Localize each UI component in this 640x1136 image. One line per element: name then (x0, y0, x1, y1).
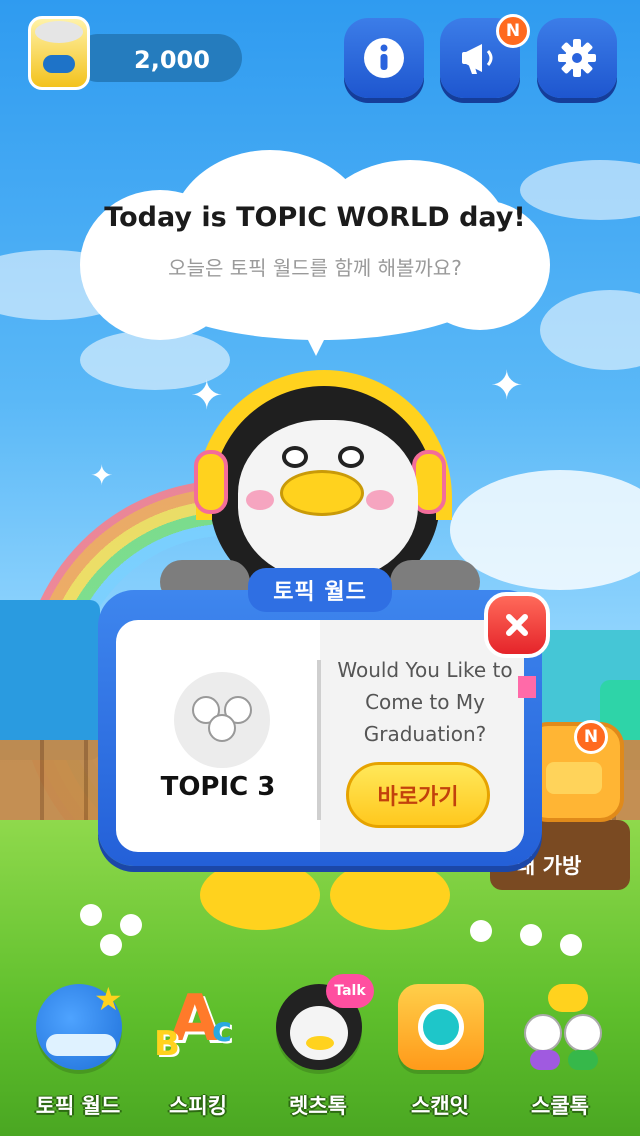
info-button[interactable] (344, 18, 424, 98)
currency-amount: 2,000 (134, 46, 210, 74)
abc-blocks-icon: A B c (154, 982, 233, 1064)
globe-airplane-icon: ★ (36, 980, 123, 1070)
close-icon (506, 614, 528, 636)
currency-display[interactable]: 2,000 (28, 16, 242, 90)
backpack-badge: N (574, 720, 608, 754)
topic-characters-icon (174, 672, 270, 768)
nav-label: 스쿨톡 (531, 1094, 589, 1118)
topic-label: TOPIC 3 (160, 772, 276, 802)
modal-title: 토픽 월드 (273, 580, 367, 605)
nav-lets-talk[interactable]: Talk 렛츠톡 (262, 974, 374, 1124)
nav-label: 토픽 월드 (35, 1094, 121, 1118)
gear-icon (558, 39, 596, 77)
penguin-talk-icon: Talk (276, 974, 374, 1070)
flower (560, 934, 582, 956)
nav-label: 스캔잇 (411, 1094, 469, 1118)
sparkle-icon: ✦ (90, 459, 114, 492)
topic-book: TOPIC 3 Would You Like to Come to My Gra… (116, 620, 524, 852)
speech-title: Today is TOPIC WORLD day! (104, 202, 526, 233)
flower (80, 904, 102, 926)
info-icon (364, 38, 404, 78)
flower (520, 924, 542, 946)
background-building (0, 600, 100, 760)
modal-header: 토픽 월드 (248, 568, 392, 612)
sparkle-icon: ✦ (490, 363, 524, 409)
speech-subtitle: 오늘은 토픽 월드를 함께 해볼까요? (168, 256, 462, 280)
notice-button[interactable]: N (440, 14, 530, 98)
nav-label: 스피킹 (169, 1094, 227, 1118)
backpack-icon (546, 762, 602, 794)
topic-world-modal: 토픽 월드 TOPIC 3 Would You Like to Come to … (98, 568, 542, 866)
flower (470, 920, 492, 942)
nav-speaking[interactable]: A B c 스피킹 (142, 982, 254, 1124)
close-button[interactable] (484, 592, 550, 658)
flower (120, 914, 142, 936)
friends-chat-icon (518, 984, 604, 1070)
nav-label: 렛츠톡 (289, 1094, 347, 1118)
background-cloud (450, 470, 640, 590)
fish-can-icon (28, 16, 90, 90)
bookmark-ribbon (518, 676, 536, 698)
background-cloud (540, 290, 640, 370)
lesson-question: Would You Like to Come to My Graduation? (337, 658, 513, 746)
camera-icon (398, 984, 484, 1070)
nav-school-talk[interactable]: 스쿨톡 (504, 984, 616, 1124)
nav-topic-world[interactable]: ★ 토픽 월드 (22, 980, 134, 1124)
go-button[interactable]: 바로가기 (346, 762, 490, 828)
settings-button[interactable] (537, 18, 617, 98)
speech-bubble: Today is TOPIC WORLD day! 오늘은 토픽 월드를 함께 … (80, 150, 550, 356)
notice-badge: N (496, 14, 530, 48)
nav-scan-it[interactable]: 스캔잇 (384, 984, 496, 1124)
sparkle-icon: ✦ (190, 373, 224, 419)
flower (100, 934, 122, 956)
megaphone-icon (462, 44, 493, 74)
